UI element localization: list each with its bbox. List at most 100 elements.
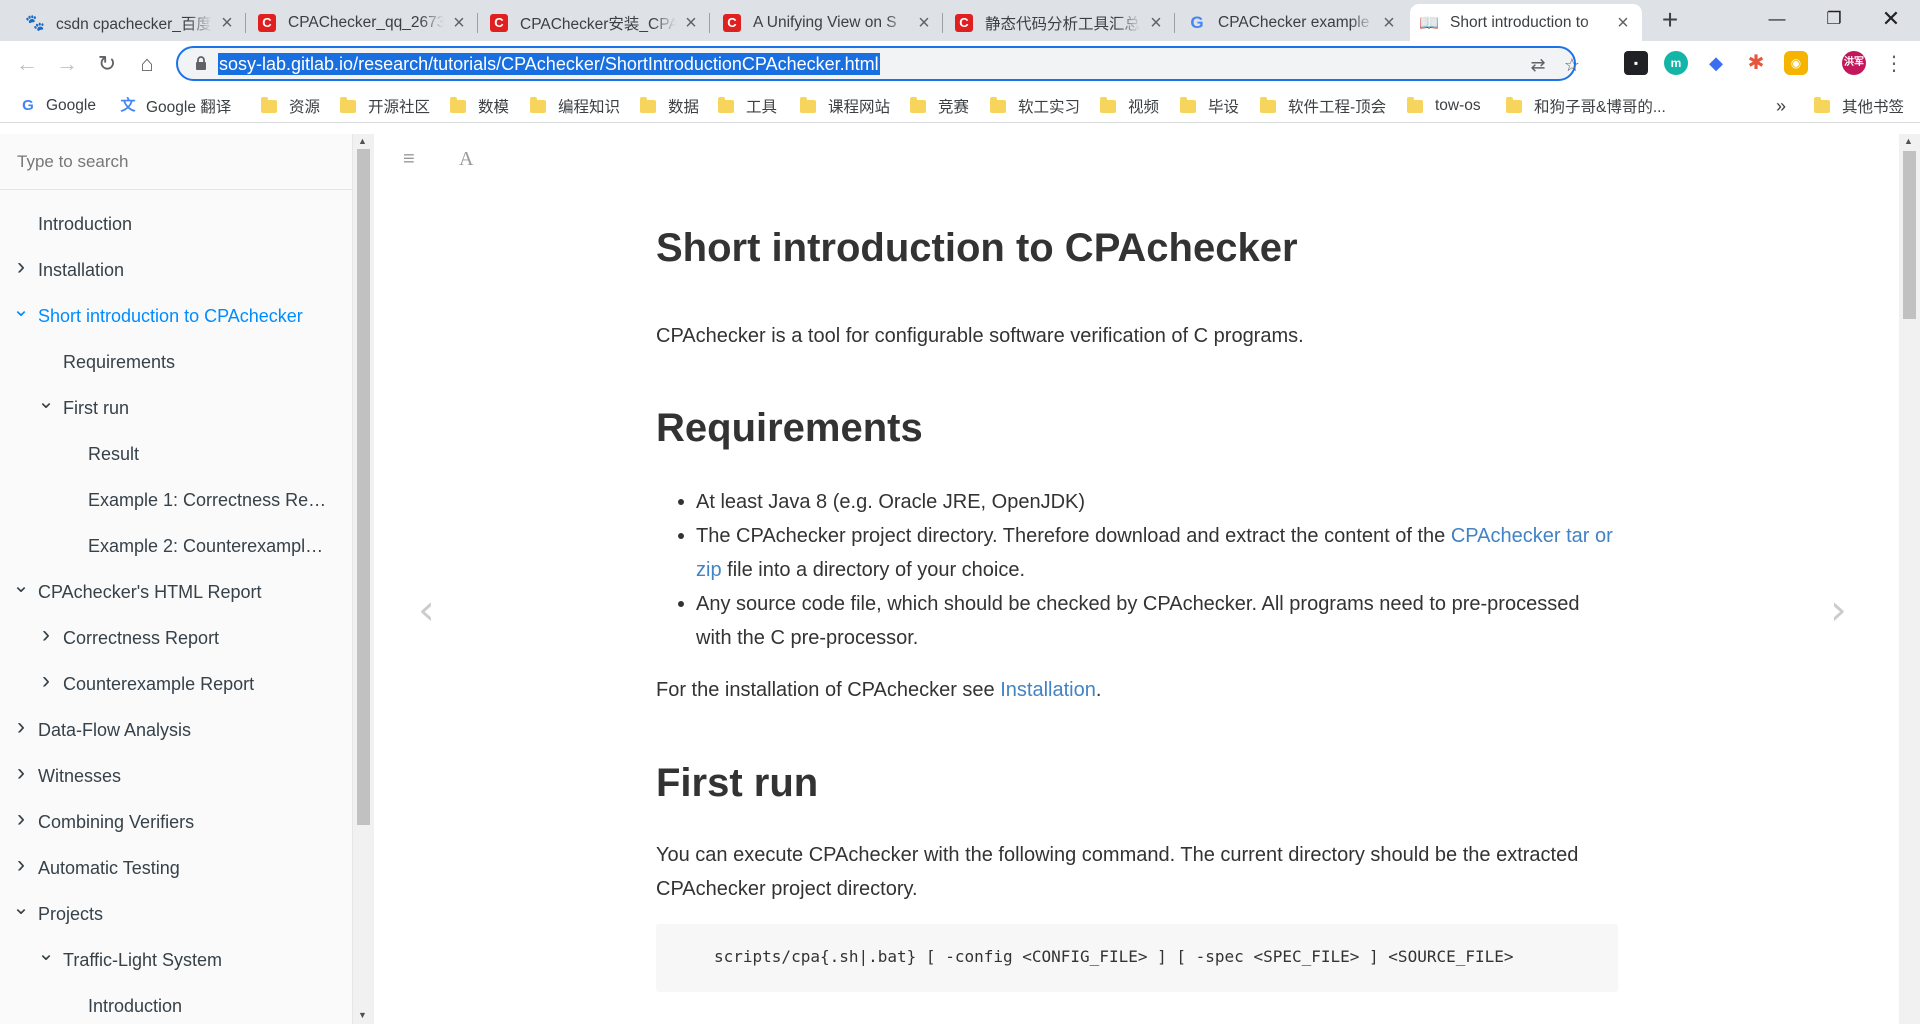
close-icon[interactable]: × — [915, 13, 933, 33]
bookmark-folder[interactable]: 视频 — [1100, 95, 1159, 117]
page-scrollbar[interactable]: ▲ — [1899, 134, 1920, 1024]
sidebar-scrollbar[interactable]: ▲ ▼ — [353, 134, 374, 1024]
next-page-arrow[interactable]: › — [1830, 585, 1847, 634]
menu-icon[interactable]: ⋮ — [1880, 50, 1908, 78]
tab-1[interactable]: C CPAChecker_qq_2673 × — [248, 4, 478, 41]
paragraph-text: For the installation of CPAchecker see — [656, 679, 1001, 701]
close-icon[interactable]: × — [1380, 13, 1398, 33]
close-icon[interactable]: × — [218, 13, 236, 33]
scrollbar-thumb[interactable] — [357, 149, 370, 825]
chevron-down-icon[interactable]: ⌄ — [12, 576, 30, 596]
bookmarks-overflow-button[interactable]: » — [1776, 95, 1786, 117]
extension-icon-1[interactable]: ▪ — [1624, 51, 1648, 75]
chevron-down-icon[interactable]: ⌄ — [12, 898, 30, 918]
sidebar-item[interactable]: › Automatic Testing — [0, 848, 330, 888]
bookmark-folder[interactable]: 开源社区 — [340, 95, 430, 117]
sidebar-item[interactable]: Result — [0, 434, 330, 474]
scroll-down-arrow[interactable]: ▼ — [358, 1010, 367, 1020]
tab-3[interactable]: C A Unifying View on S × — [713, 4, 943, 41]
installation-link[interactable]: Installation — [1000, 679, 1096, 701]
bookmark-google-translate[interactable]: 文 Google 翻译 — [120, 95, 231, 117]
chevron-down-icon[interactable]: ⌄ — [37, 944, 55, 964]
chevron-right-icon[interactable]: › — [12, 761, 30, 785]
sidebar-item[interactable]: ⌄ Traffic-Light System — [0, 940, 330, 980]
search-input[interactable] — [0, 134, 352, 190]
extension-icon-4[interactable]: ✱ — [1744, 51, 1768, 75]
sidebar-item[interactable]: ⌄ CPAchecker's HTML Report — [0, 572, 330, 612]
sidebar-item[interactable]: Requirements — [0, 342, 330, 382]
close-icon[interactable]: × — [1147, 13, 1165, 33]
translate-icon[interactable]: ⇄ — [1528, 55, 1548, 75]
address-bar[interactable]: sosy-lab.gitlab.io/research/tutorials/CP… — [176, 46, 1580, 81]
tab-6-active[interactable]: 📖 Short introduction to × — [1410, 4, 1642, 41]
sidebar-item[interactable]: › Correctness Report — [0, 618, 330, 658]
bookmark-folder[interactable]: 软工实习 — [990, 95, 1080, 117]
sidebar-item[interactable]: ⌄ Projects — [0, 894, 330, 934]
bookmark-folder[interactable]: 编程知识 — [530, 95, 620, 117]
scroll-up-arrow[interactable]: ▲ — [1904, 136, 1913, 146]
chevron-right-icon[interactable]: › — [12, 715, 30, 739]
close-icon[interactable]: × — [450, 13, 468, 33]
new-tab-button[interactable]: + — [1656, 6, 1684, 35]
chevron-down-icon[interactable]: ⌄ — [37, 392, 55, 412]
extension-icon-5[interactable]: ◉ — [1784, 51, 1808, 75]
tab-0[interactable]: 🐾 csdn cpachecker_百度 × — [16, 4, 246, 41]
star-icon[interactable]: ☆ — [1562, 55, 1582, 75]
sidebar-item[interactable]: Introduction — [0, 986, 330, 1024]
scrollbar-thumb[interactable] — [1903, 151, 1916, 319]
menu-toggle-icon[interactable]: ≡ — [403, 148, 415, 171]
font-settings-icon[interactable]: A — [459, 148, 473, 171]
extension-icon-3[interactable]: ◆ — [1704, 51, 1728, 75]
home-button[interactable]: ⌂ — [133, 50, 161, 78]
maximize-button[interactable]: ❐ — [1805, 0, 1863, 38]
sidebar-item-label: Result — [88, 443, 140, 464]
bookmark-google[interactable]: G Google — [20, 95, 96, 117]
minimize-button[interactable]: — — [1748, 0, 1806, 38]
page-title: Short introduction to CPAchecker — [656, 226, 1298, 270]
tab-4[interactable]: C 静态代码分析工具汇总 × — [945, 4, 1175, 41]
chevron-right-icon[interactable]: › — [37, 669, 55, 693]
bookmark-folder[interactable]: 和狗子哥&博哥的... — [1506, 95, 1666, 117]
forward-button[interactable]: → — [53, 50, 81, 78]
extension-icon-2[interactable]: m — [1664, 51, 1688, 75]
bookmark-folder[interactable]: tow-os — [1407, 95, 1481, 117]
bookmark-folder[interactable]: 毕设 — [1180, 95, 1239, 117]
chevron-down-icon[interactable]: ⌄ — [12, 300, 30, 320]
previous-page-arrow[interactable]: ‹ — [418, 585, 435, 634]
sidebar-item[interactable]: › Installation — [0, 250, 330, 290]
bookmark-folder[interactable]: 数模 — [450, 95, 509, 117]
bookmark-folder[interactable]: 工具 — [718, 95, 777, 117]
sidebar-item[interactable]: ⌄ First run — [0, 388, 330, 428]
sidebar-item[interactable]: Example 1: Correctness Re… — [0, 480, 330, 520]
bookmark-folder[interactable]: 竞赛 — [910, 95, 969, 117]
sidebar-item[interactable]: ⌄ Short introduction to CPAchecker — [0, 296, 330, 336]
chevron-right-icon[interactable]: › — [12, 255, 30, 279]
chevron-right-icon[interactable]: › — [37, 623, 55, 647]
paragraph-text: . — [1095, 679, 1102, 701]
sidebar-item[interactable]: Introduction — [0, 204, 330, 244]
url-text[interactable]: sosy-lab.gitlab.io/research/tutorials/CP… — [218, 53, 880, 75]
sidebar-item[interactable]: › Witnesses — [0, 756, 330, 796]
tab-5[interactable]: G CPAChecker example × — [1178, 4, 1408, 41]
other-bookmarks[interactable]: 其他书签 — [1814, 95, 1904, 117]
chevron-right-icon[interactable]: › — [12, 853, 30, 877]
tab-2[interactable]: C CPAChecker安装_CPA × — [480, 4, 710, 41]
bookmark-folder[interactable]: 软件工程-顶会 — [1260, 95, 1386, 117]
sidebar-item[interactable]: Example 2: Counterexample… — [0, 526, 330, 566]
close-icon[interactable]: × — [682, 13, 700, 33]
chevron-right-icon[interactable]: › — [12, 807, 30, 831]
scroll-up-arrow[interactable]: ▲ — [358, 136, 367, 146]
close-icon[interactable]: × — [1614, 13, 1632, 33]
requirements-list: At least Java 8 (e.g. Oracle JRE, OpenJD… — [656, 485, 1618, 655]
bookmark-folder[interactable]: 课程网站 — [800, 95, 890, 117]
folder-icon — [261, 96, 277, 113]
sidebar-item[interactable]: › Combining Verifiers — [0, 802, 330, 842]
sidebar-item[interactable]: › Counterexample Report — [0, 664, 330, 704]
bookmark-folder[interactable]: 资源 — [261, 95, 320, 117]
sidebar-item[interactable]: › Data-Flow Analysis — [0, 710, 330, 750]
close-window-button[interactable]: ✕ — [1862, 0, 1920, 38]
back-button[interactable]: ← — [13, 50, 41, 78]
profile-avatar[interactable]: 洪军 — [1842, 51, 1866, 75]
reload-button[interactable]: ↻ — [93, 50, 121, 78]
bookmark-folder[interactable]: 数据 — [640, 95, 699, 117]
